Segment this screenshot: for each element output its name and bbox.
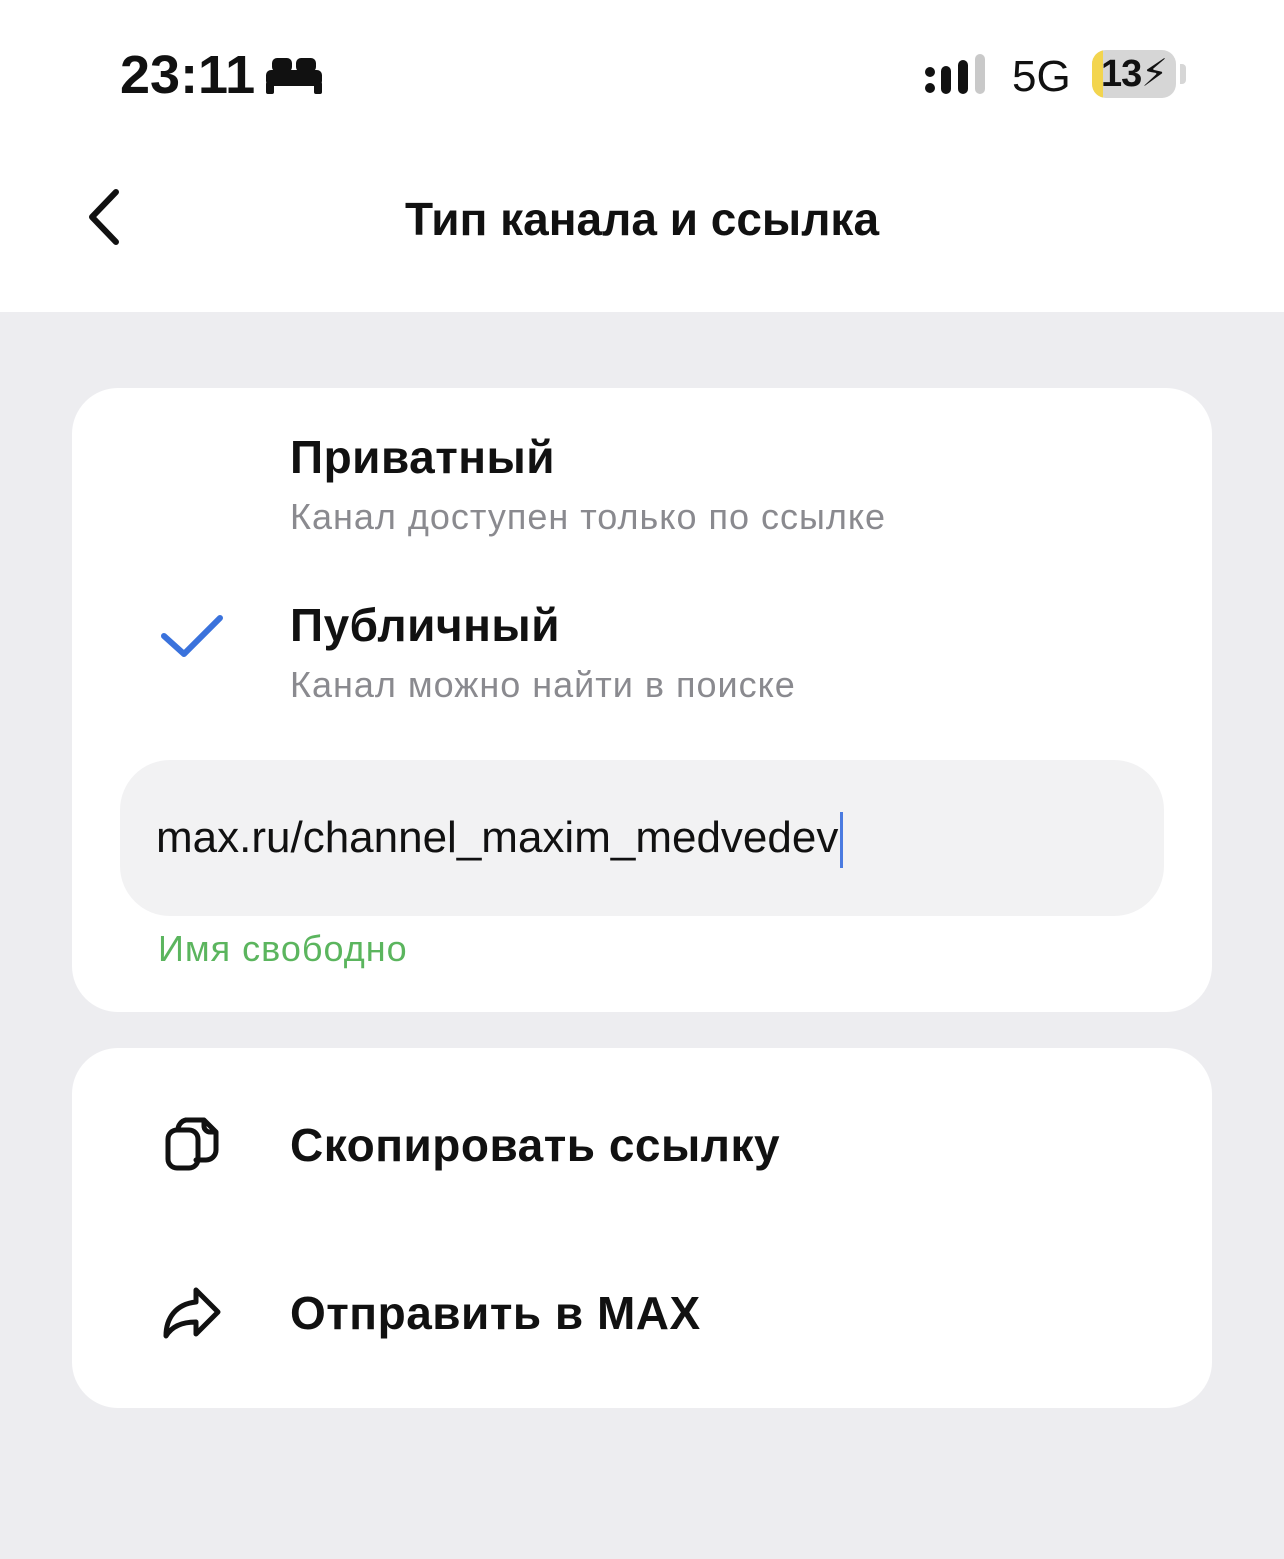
status-time: 23:11 xyxy=(120,45,256,105)
text-caret xyxy=(840,812,844,869)
option-private-description: Канал доступен только по ссылке xyxy=(290,496,887,537)
copy-icon xyxy=(165,1117,219,1171)
link-actions-card: Скопировать ссылку Отправить в MAX xyxy=(72,1048,1212,1408)
copy-link-button[interactable]: Скопировать ссылку xyxy=(72,1072,1212,1222)
option-public-description: Канал можно найти в поиске xyxy=(290,664,796,705)
copy-link-label: Скопировать ссылку xyxy=(290,1119,781,1171)
battery-indicator: 13⚡ xyxy=(1092,50,1176,98)
share-icon xyxy=(163,1287,221,1339)
cellular-signal-icon xyxy=(925,54,985,94)
sleep-focus-icon xyxy=(266,58,322,94)
option-private-title: Приватный xyxy=(290,431,556,483)
option-public[interactable]: Публичный Канал можно найти в поиске xyxy=(72,584,1212,734)
app-screen: 23:11 5G 13⚡ Тип канала и ссылка Приватн… xyxy=(0,0,1284,1559)
channel-link-value: max.ru/channel_maxim_medvedev xyxy=(156,813,839,862)
page-title: Тип канала и ссылка xyxy=(404,193,880,245)
battery-cap xyxy=(1180,64,1186,84)
send-to-max-label: Отправить в MAX xyxy=(290,1287,701,1339)
channel-type-card: Приватный Канал доступен только по ссылк… xyxy=(72,388,1212,1012)
checkmark-icon xyxy=(161,615,223,657)
network-type: 5G xyxy=(1012,52,1071,101)
send-to-max-button[interactable]: Отправить в MAX xyxy=(72,1240,1212,1390)
battery-percent: 13⚡ xyxy=(1101,53,1168,95)
charging-bolt-icon: ⚡ xyxy=(1141,53,1168,95)
availability-status: Имя свободно xyxy=(158,928,408,969)
option-public-title: Публичный xyxy=(290,599,560,651)
option-private[interactable]: Приватный Канал доступен только по ссылк… xyxy=(72,416,1212,566)
top-bar: 23:11 5G 13⚡ Тип канала и ссылка xyxy=(0,0,1284,312)
channel-link-input[interactable]: max.ru/channel_maxim_medvedev xyxy=(120,760,1164,916)
